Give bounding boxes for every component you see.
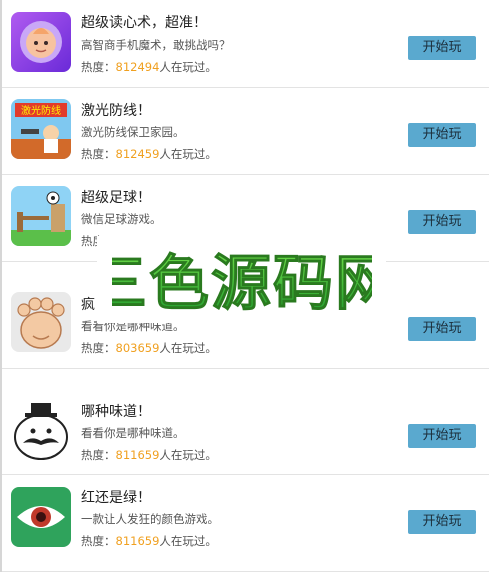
heat-label: 热度： <box>81 147 116 161</box>
watermark-text: 三色源码网 <box>112 249 372 319</box>
list-item: 超级读心术，超准！ 高智商手机魔术，敢挑战吗？ 热度：812494人在玩过。 开… <box>0 0 489 88</box>
game-title: 哪种味道！ <box>81 404 151 420</box>
game-title: 红还是绿！ <box>81 490 151 506</box>
watermark-logo: 三色源码网 <box>112 248 372 319</box>
heat-count: 811659 <box>115 448 160 462</box>
left-edge-divider <box>0 0 2 572</box>
start-play-button[interactable]: 开始玩 <box>408 317 476 341</box>
list-item: 激光防线 激光防线！ 激光防线保卫家园。 热度：812459人在玩过。 开始玩 <box>0 88 489 175</box>
heat-suffix: 人在玩过。 <box>159 534 217 548</box>
start-play-button[interactable]: 开始玩 <box>408 36 476 60</box>
heat-stat: 热度：803659人在玩过。 <box>81 340 217 356</box>
heat-suffix: 人在玩过。 <box>159 341 217 355</box>
game-title: 超级读心术，超准！ <box>81 15 207 31</box>
game-title: 超级足球！ <box>81 190 151 206</box>
list-item: 哪种味道！ 看看你是哪种味道。 热度：811659人在玩过。 开始玩 <box>0 369 489 475</box>
game-title: 激光防线！ <box>81 103 151 119</box>
heat-stat: 热度：812459人在玩过。 <box>81 146 217 162</box>
game-description: 一款让人发狂的颜色游戏。 <box>81 512 219 526</box>
game-title: 疯 <box>81 297 95 313</box>
heat-stat: 热度：812494人在玩过。 <box>81 59 217 75</box>
list-item: 红还是绿！ 一款让人发狂的颜色游戏。 热度：811659人在玩过。 开始玩 <box>0 475 489 572</box>
mind-reader-icon[interactable] <box>11 12 71 72</box>
mustache-face-icon[interactable] <box>11 401 71 461</box>
watermark-banner: 三色源码网 <box>97 236 386 323</box>
heat-label: 热度： <box>81 534 116 548</box>
heat-count: 803659 <box>115 341 160 355</box>
heat-count: 812494 <box>115 60 160 74</box>
heat-count: 812459 <box>115 147 160 161</box>
heat-suffix: 人在玩过。 <box>159 147 217 161</box>
heat-label: 热度： <box>81 341 116 355</box>
game-description: 微信足球游戏。 <box>81 212 162 226</box>
super-football-icon[interactable] <box>11 186 71 246</box>
heat-count: 811659 <box>115 534 160 548</box>
foot-icon[interactable] <box>11 292 71 352</box>
heat-label: 热度： <box>81 448 116 462</box>
start-play-button[interactable]: 开始玩 <box>408 424 476 448</box>
start-play-button[interactable]: 开始玩 <box>408 510 476 534</box>
heat-suffix: 人在玩过。 <box>159 60 217 74</box>
game-description: 高智商手机魔术，敢挑战吗？ <box>81 38 231 52</box>
eye-icon[interactable] <box>11 487 71 547</box>
game-description: 看看你是哪种味道。 <box>81 426 185 440</box>
start-play-button[interactable]: 开始玩 <box>408 123 476 147</box>
heat-label: 热度： <box>81 60 116 74</box>
heat-stat: 热度：811659人在玩过。 <box>81 447 217 463</box>
game-description: 激光防线保卫家园。 <box>81 125 185 139</box>
start-play-button[interactable]: 开始玩 <box>408 210 476 234</box>
heat-stat: 热度：811659人在玩过。 <box>81 533 217 549</box>
heat-suffix: 人在玩过。 <box>159 448 217 462</box>
laser-defense-icon[interactable]: 激光防线 <box>11 99 71 159</box>
laser-logo-text: 激光防线 <box>21 104 61 117</box>
